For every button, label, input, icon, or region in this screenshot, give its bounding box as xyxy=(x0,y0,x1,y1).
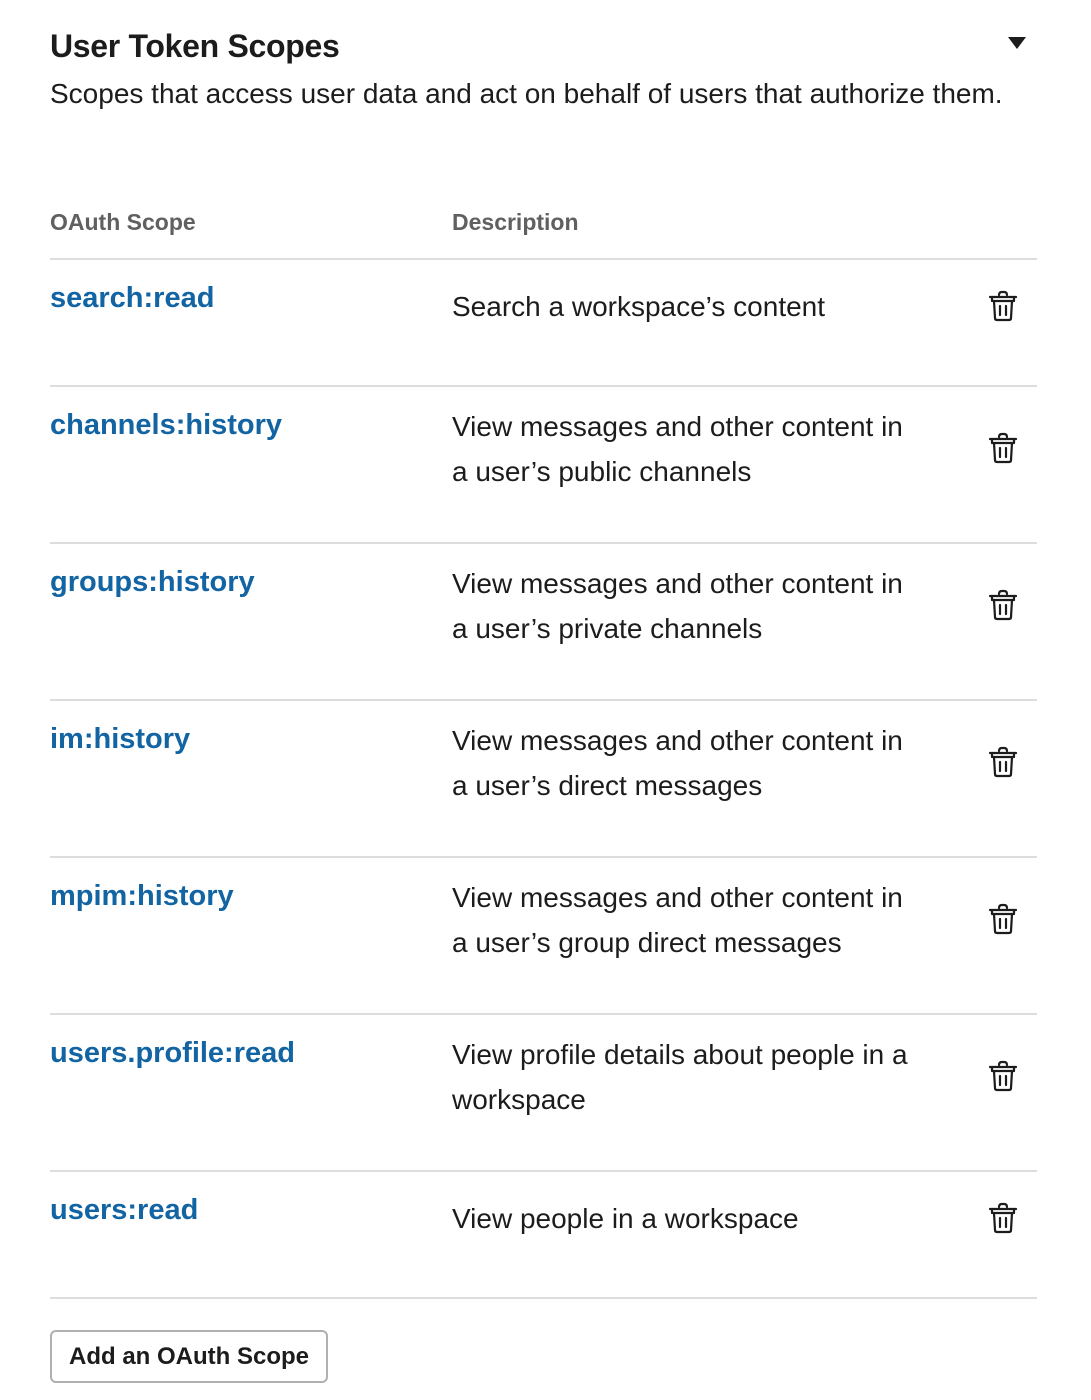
section-header: User Token Scopes xyxy=(50,0,1037,70)
user-token-scopes-section: User Token Scopes Scopes that access use… xyxy=(50,0,1037,1383)
table-header: OAuth Scope Description xyxy=(50,209,1037,239)
trash-icon[interactable] xyxy=(986,902,1020,936)
table-row: users:read View people in a workspace xyxy=(50,1170,1037,1297)
scope-description: View messages and other content in a use… xyxy=(452,411,903,487)
table-row: users.profile:read View profile details … xyxy=(50,1013,1037,1170)
scope-link[interactable]: users:read xyxy=(50,1194,198,1227)
column-header-description: Description xyxy=(452,209,579,235)
scope-link[interactable]: search:read xyxy=(50,282,214,315)
scope-description: View people in a workspace xyxy=(452,1203,799,1234)
trash-icon[interactable] xyxy=(986,588,1020,622)
section-title: User Token Scopes xyxy=(50,28,340,64)
table-row: groups:history View messages and other c… xyxy=(50,542,1037,699)
scope-description: View profile details about people in a w… xyxy=(452,1039,908,1115)
table-row: channels:history View messages and other… xyxy=(50,385,1037,542)
section-subtitle: Scopes that access user data and act on … xyxy=(50,78,1003,109)
trash-icon[interactable] xyxy=(986,289,1020,323)
caret-down-icon[interactable] xyxy=(1007,36,1027,52)
scope-link[interactable]: channels:history xyxy=(50,409,282,442)
column-header-oauth-scope: OAuth Scope xyxy=(50,209,196,235)
scope-link[interactable]: users.profile:read xyxy=(50,1037,295,1070)
trash-icon[interactable] xyxy=(986,431,1020,465)
trash-icon[interactable] xyxy=(986,1201,1020,1235)
scope-link[interactable]: groups:history xyxy=(50,566,255,599)
scopes-table: search:read Search a workspace’s content… xyxy=(50,258,1037,1297)
scope-description: View messages and other content in a use… xyxy=(452,882,903,958)
trash-icon[interactable] xyxy=(986,1059,1020,1093)
add-oauth-scope-button[interactable]: Add an OAuth Scope xyxy=(50,1330,328,1383)
scope-description: Search a workspace’s content xyxy=(452,291,826,322)
scope-description: View messages and other content in a use… xyxy=(452,725,903,801)
scope-link[interactable]: mpim:history xyxy=(50,880,234,913)
scope-description: View messages and other content in a use… xyxy=(452,568,903,644)
scope-link[interactable]: im:history xyxy=(50,723,190,756)
trash-icon[interactable] xyxy=(986,745,1020,779)
table-bottom-divider xyxy=(50,1297,1037,1299)
table-row: search:read Search a workspace’s content xyxy=(50,258,1037,385)
table-row: im:history View messages and other conte… xyxy=(50,699,1037,856)
table-row: mpim:history View messages and other con… xyxy=(50,856,1037,1013)
